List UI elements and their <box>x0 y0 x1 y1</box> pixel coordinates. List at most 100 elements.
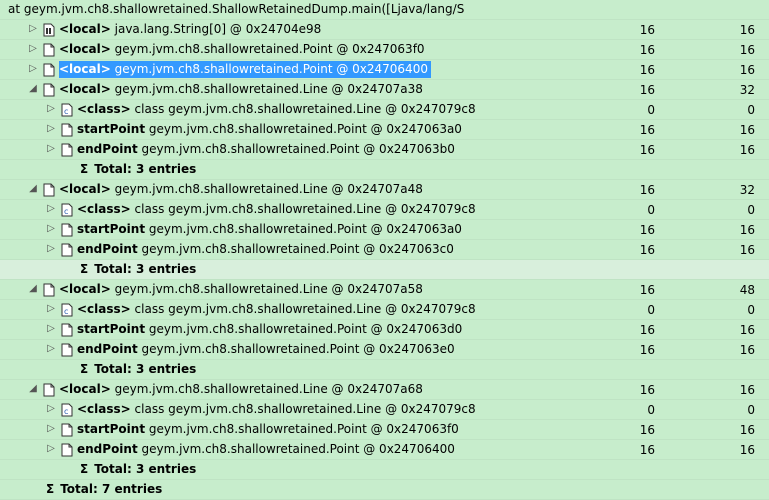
object-label: endPoint geym.jvm.ch8.shallowretained.Po… <box>77 341 458 358</box>
collapsed-arrow-icon[interactable]: ▷ <box>46 223 56 235</box>
field-name: <local> <box>59 82 111 96</box>
retained-heap-value: 32 <box>739 83 755 97</box>
collapsed-arrow-icon[interactable]: ▷ <box>46 303 56 315</box>
collapsed-arrow-icon[interactable]: ▷ <box>46 243 56 255</box>
field-name: <local> <box>59 182 111 196</box>
shallow-heap-value: 0 <box>647 203 655 217</box>
expanded-arrow-icon[interactable]: ◢ <box>28 283 38 295</box>
tree-row[interactable]: ▷ endPoint geym.jvm.ch8.shallowretained.P… <box>0 240 769 260</box>
shallow-heap-value: 16 <box>639 143 655 157</box>
total-text: Total: 3 entries <box>94 362 197 376</box>
shallow-heap-value <box>615 460 655 480</box>
retained-heap-value: 16 <box>739 223 755 237</box>
total-row[interactable]: Σ Total: 7 entries <box>0 480 769 500</box>
collapsed-arrow-icon[interactable]: ▷ <box>28 23 38 35</box>
object-description: geym.jvm.ch8.shallowretained.Point @ 0x2… <box>141 242 454 256</box>
object-tree: at geym.jvm.ch8.shallowretained.ShallowR… <box>0 0 769 500</box>
total-row[interactable]: Σ Total: 3 entries <box>0 260 769 280</box>
object-description: geym.jvm.ch8.shallowretained.Point @ 0x2… <box>141 342 455 356</box>
shallow-heap-value: 16 <box>639 383 655 397</box>
object-label: <local> geym.jvm.ch8.shallowretained.Lin… <box>59 181 426 198</box>
tree-row[interactable]: ◢ <local> geym.jvm.ch8.shallowretained.Li… <box>0 80 769 100</box>
collapsed-arrow-icon[interactable]: ▷ <box>28 43 38 55</box>
object-label: <class> class geym.jvm.ch8.shallowretain… <box>77 401 479 418</box>
total-row[interactable]: Σ Total: 3 entries <box>0 360 769 380</box>
shallow-heap-value: 16 <box>639 323 655 337</box>
tree-row[interactable]: ▷ endPoint geym.jvm.ch8.shallowretained.P… <box>0 340 769 360</box>
retained-heap-value: 16 <box>739 423 755 437</box>
shallow-heap-value: 16 <box>639 343 655 357</box>
collapsed-arrow-icon[interactable]: ▷ <box>46 103 56 115</box>
total-label: Σ Total: 3 entries <box>80 461 199 478</box>
object-file-icon <box>60 423 74 437</box>
total-row[interactable]: Σ Total: 3 entries <box>0 460 769 480</box>
class-file-icon: c <box>60 303 74 317</box>
object-label: startPoint geym.jvm.ch8.shallowretained.… <box>77 421 462 438</box>
shallow-heap-value: 0 <box>647 103 655 117</box>
retained-heap-value <box>715 360 755 380</box>
tree-row[interactable]: ▷ startPoint geym.jvm.ch8.shallowretained… <box>0 220 769 240</box>
object-file-icon <box>60 223 74 237</box>
class-file-icon: c <box>60 103 74 117</box>
shallow-heap-value <box>615 160 655 180</box>
collapsed-arrow-icon[interactable]: ▷ <box>28 63 38 75</box>
collapsed-arrow-icon[interactable]: ▷ <box>46 343 56 355</box>
collapsed-arrow-icon[interactable]: ▷ <box>46 323 56 335</box>
object-label: <local> geym.jvm.ch8.shallowretained.Poi… <box>59 41 428 58</box>
shallow-heap-value: 0 <box>647 303 655 317</box>
expanded-arrow-icon[interactable]: ◢ <box>28 183 38 195</box>
collapsed-arrow-icon[interactable]: ▷ <box>46 143 56 155</box>
object-description: class geym.jvm.ch8.shallowretained.Line … <box>134 302 476 316</box>
object-description: class geym.jvm.ch8.shallowretained.Line … <box>134 202 476 216</box>
tree-row[interactable]: ◢ <local> geym.jvm.ch8.shallowretained.Li… <box>0 280 769 300</box>
expanded-arrow-icon[interactable]: ◢ <box>28 83 38 95</box>
tree-row[interactable]: ▷ c <class> class geym.jvm.ch8.shallowreta… <box>0 400 769 420</box>
tree-header-row[interactable]: at geym.jvm.ch8.shallowretained.ShallowR… <box>0 0 769 20</box>
tree-row[interactable]: ▷ <local> java.lang.String[0] @ 0x24704e9… <box>0 20 769 40</box>
retained-heap-value <box>715 460 755 480</box>
total-label: Σ Total: 7 entries <box>46 481 165 498</box>
object-label: <local> geym.jvm.ch8.shallowretained.Poi… <box>59 61 431 78</box>
retained-heap-value: 0 <box>747 203 755 217</box>
object-label: <class> class geym.jvm.ch8.shallowretain… <box>77 101 479 118</box>
collapsed-arrow-icon[interactable]: ▷ <box>46 403 56 415</box>
tree-row[interactable]: ▷ <local> geym.jvm.ch8.shallowretained.Po… <box>0 40 769 60</box>
tree-row[interactable]: ▷ c <class> class geym.jvm.ch8.shallowreta… <box>0 300 769 320</box>
object-file-icon <box>60 343 74 357</box>
collapsed-arrow-icon[interactable]: ▷ <box>46 203 56 215</box>
tree-row[interactable]: ▷ startPoint geym.jvm.ch8.shallowretained… <box>0 420 769 440</box>
retained-heap-value: 16 <box>739 383 755 397</box>
tree-row[interactable]: ▷ endPoint geym.jvm.ch8.shallowretained.P… <box>0 440 769 460</box>
collapsed-arrow-icon[interactable]: ▷ <box>46 423 56 435</box>
class-file-icon: c <box>60 403 74 417</box>
tree-row[interactable]: ▷ startPoint geym.jvm.ch8.shallowretained… <box>0 320 769 340</box>
tree-row[interactable]: ▷ endPoint geym.jvm.ch8.shallowretained.P… <box>0 140 769 160</box>
field-name: <local> <box>59 62 111 76</box>
retained-heap-value: 16 <box>739 63 755 77</box>
total-text: Total: 7 entries <box>60 482 163 496</box>
tree-row[interactable]: ▷ c <class> class geym.jvm.ch8.shallowreta… <box>0 200 769 220</box>
retained-heap-value: 16 <box>739 343 755 357</box>
total-row[interactable]: Σ Total: 3 entries <box>0 160 769 180</box>
collapsed-arrow-icon[interactable]: ▷ <box>46 443 56 455</box>
tree-row[interactable]: ▷ c <class> class geym.jvm.ch8.shallowreta… <box>0 100 769 120</box>
object-description: geym.jvm.ch8.shallowretained.Point @ 0x2… <box>114 62 428 76</box>
object-file-icon <box>60 443 74 457</box>
object-file-icon <box>60 243 74 257</box>
tree-row[interactable]: ◢ <local> geym.jvm.ch8.shallowretained.Li… <box>0 380 769 400</box>
retained-heap-value: 16 <box>739 243 755 257</box>
tree-row[interactable]: ▷ <local> geym.jvm.ch8.shallowretained.Po… <box>0 60 769 80</box>
expanded-arrow-icon[interactable]: ◢ <box>28 383 38 395</box>
field-name: endPoint <box>77 142 138 156</box>
tree-row[interactable]: ◢ <local> geym.jvm.ch8.shallowretained.Li… <box>0 180 769 200</box>
tree-row[interactable]: ▷ startPoint geym.jvm.ch8.shallowretained… <box>0 120 769 140</box>
collapsed-arrow-icon[interactable]: ▷ <box>46 123 56 135</box>
field-name: <local> <box>59 42 111 56</box>
total-text: Total: 3 entries <box>94 162 197 176</box>
object-label: <local> geym.jvm.ch8.shallowretained.Lin… <box>59 381 426 398</box>
retained-heap-value <box>715 480 755 500</box>
field-name: startPoint <box>77 422 146 436</box>
retained-heap-value <box>715 260 755 280</box>
field-name: <class> <box>77 402 131 416</box>
retained-heap-value: 16 <box>739 23 755 37</box>
